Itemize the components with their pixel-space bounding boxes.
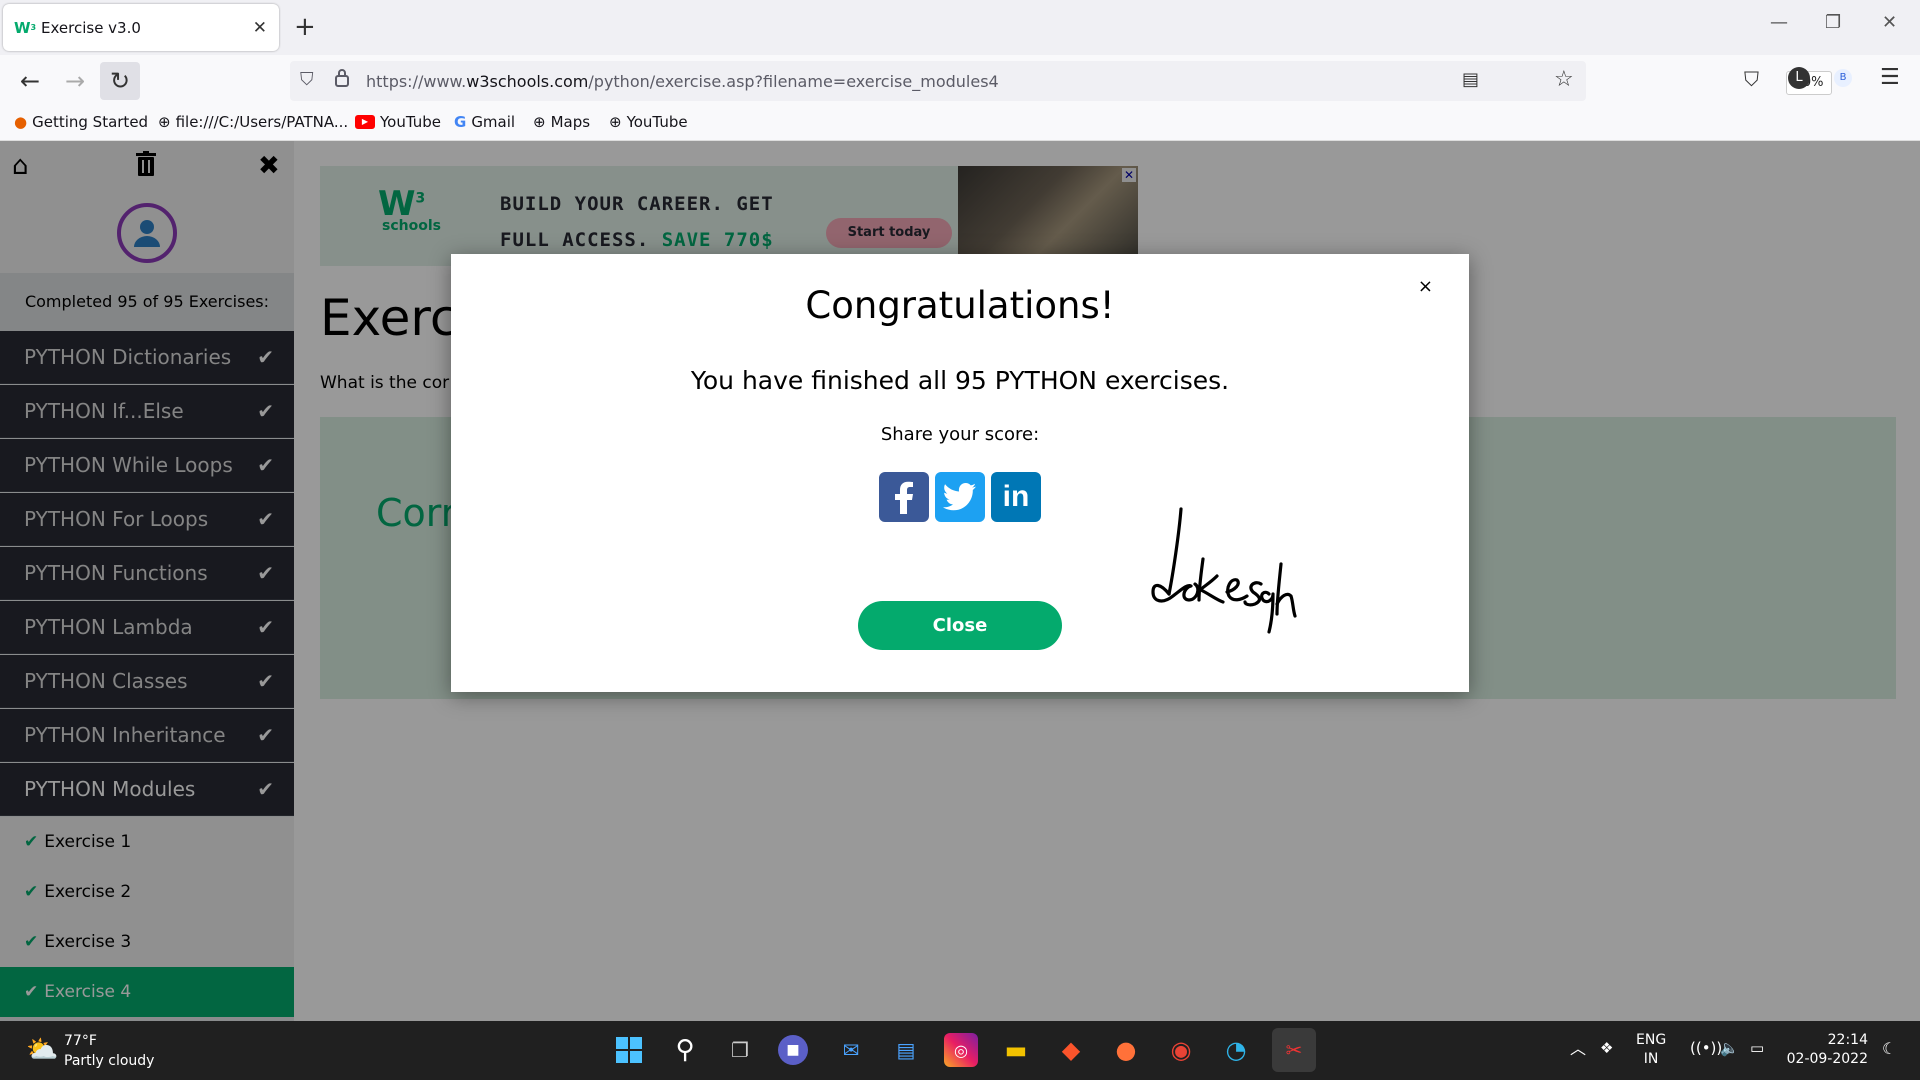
lock-icon[interactable] xyxy=(334,68,350,93)
language-indicator[interactable]: ENG IN xyxy=(1636,1031,1666,1069)
battery-icon[interactable]: ▭ xyxy=(1750,1039,1764,1058)
bookmark-getting-started[interactable]: ● Getting Started xyxy=(14,113,148,131)
globe-icon: ⊕ xyxy=(609,113,622,131)
close-button[interactable]: Close xyxy=(858,601,1062,650)
snipping-tool-icon[interactable]: ✂ xyxy=(1272,1028,1316,1072)
extension-icon[interactable]: B xyxy=(1834,69,1852,87)
globe-icon: ⊕ xyxy=(533,113,546,131)
shield-icon[interactable]: ⛉ xyxy=(300,69,314,90)
file-explorer-icon[interactable]: ▬ xyxy=(999,1033,1033,1067)
clock[interactable]: 22:14 02-09-2022 xyxy=(1786,1031,1868,1069)
modal-close-icon[interactable]: × xyxy=(1418,276,1433,297)
teams-chat-icon[interactable]: ■ xyxy=(778,1035,808,1065)
bookmark-youtube-2[interactable]: ⊕ YouTube xyxy=(609,113,688,131)
congratulations-modal: Congratulations! × You have finished all… xyxy=(451,254,1469,692)
modal-message: You have finished all 95 PYTHON exercise… xyxy=(690,366,1230,395)
mail-icon[interactable]: ✉ xyxy=(834,1033,868,1067)
linkedin-share-icon[interactable]: in xyxy=(991,472,1041,522)
bookmark-maps[interactable]: ⊕ Maps xyxy=(533,113,590,131)
back-arrow-icon[interactable]: ← xyxy=(10,62,50,100)
reader-view-icon[interactable]: ▤ xyxy=(1462,69,1479,90)
weather-condition: Partly cloudy xyxy=(64,1053,155,1069)
modal-title: Congratulations! xyxy=(805,284,1115,327)
show-hidden-icons[interactable]: ︿ xyxy=(1570,1039,1586,1058)
firefox-taskbar-icon[interactable]: ● xyxy=(1109,1033,1143,1067)
profile-avatar[interactable]: L xyxy=(1788,67,1810,89)
address-bar[interactable]: ⛉ https://www.w3schools.com/python/exerc… xyxy=(290,61,1832,101)
brave-browser-icon[interactable]: ◆ xyxy=(1054,1033,1088,1067)
volume-icon[interactable]: 🔈 xyxy=(1720,1039,1739,1058)
bookmark-star-icon[interactable]: ☆ xyxy=(1554,67,1574,92)
minimize-icon[interactable]: — xyxy=(1770,12,1788,33)
url-text: https://www.w3schools.com/python/exercis… xyxy=(366,71,999,91)
handwritten-signature xyxy=(1151,504,1351,648)
chrome-icon[interactable]: ◉ xyxy=(1164,1033,1198,1067)
facebook-share-icon[interactable] xyxy=(879,472,929,522)
wifi-icon[interactable]: ((•)) xyxy=(1690,1039,1722,1058)
navigation-bar: ← → ↻ ⛉ https://www.w3schools.com/python… xyxy=(0,55,1920,107)
share-label: Share your score: xyxy=(880,424,1040,445)
notepad-icon[interactable]: ▤ xyxy=(889,1033,923,1067)
search-icon[interactable]: ⚲ xyxy=(668,1033,702,1067)
google-icon: G xyxy=(454,113,467,131)
start-menu-icon[interactable] xyxy=(612,1033,646,1067)
twitter-share-icon[interactable] xyxy=(935,472,985,522)
tab-title: Exercise v3.0 xyxy=(41,18,141,37)
window-close-icon[interactable]: ✕ xyxy=(1882,12,1897,33)
forward-arrow-icon[interactable]: → xyxy=(55,62,95,100)
dropbox-icon[interactable]: ❖ xyxy=(1600,1039,1613,1058)
bookmark-file[interactable]: ⊕ file:///C:/Users/PATNA... xyxy=(158,113,348,131)
bookmark-youtube[interactable]: ▶ YouTube xyxy=(355,113,441,131)
notification-icon[interactable]: ☾ xyxy=(1882,1039,1896,1058)
instagram-icon[interactable]: ◎ xyxy=(944,1033,978,1067)
edge-icon[interactable]: ◔ xyxy=(1219,1033,1253,1067)
windows-taskbar: ⛅ 77°F Partly cloudy ⚲ ❐ ■ ✉ ▤ ◎ ▬ ◆ ● ◉… xyxy=(0,1021,1920,1080)
youtube-icon: ▶ xyxy=(355,115,375,129)
temperature: 77°F xyxy=(64,1033,97,1049)
menu-icon[interactable]: ☰ xyxy=(1880,65,1900,90)
new-tab-button[interactable]: + xyxy=(294,12,316,42)
task-view-icon[interactable]: ❐ xyxy=(723,1033,757,1067)
browser-tab[interactable]: W3 Exercise v3.0 ✕ xyxy=(3,4,279,51)
weather-icon[interactable]: ⛅ xyxy=(26,1035,58,1065)
weather-widget[interactable]: 77°F Partly cloudy xyxy=(64,1031,154,1071)
globe-icon: ⊕ xyxy=(158,113,171,131)
restore-icon[interactable]: ❐ xyxy=(1825,12,1841,33)
bookmark-gmail[interactable]: G Gmail xyxy=(454,113,515,131)
firefox-icon: ● xyxy=(14,113,28,131)
bookmarks-bar: ● Getting Started ⊕ file:///C:/Users/PATNA… xyxy=(0,107,1920,141)
w3schools-favicon-icon: W3 xyxy=(13,18,37,37)
reload-icon[interactable]: ↻ xyxy=(100,62,140,100)
tab-close-icon[interactable]: ✕ xyxy=(253,18,267,38)
tab-bar: W3 Exercise v3.0 ✕ + — ❐ ✕ xyxy=(0,0,1920,55)
pocket-icon[interactable]: ⛉ xyxy=(1744,67,1759,91)
